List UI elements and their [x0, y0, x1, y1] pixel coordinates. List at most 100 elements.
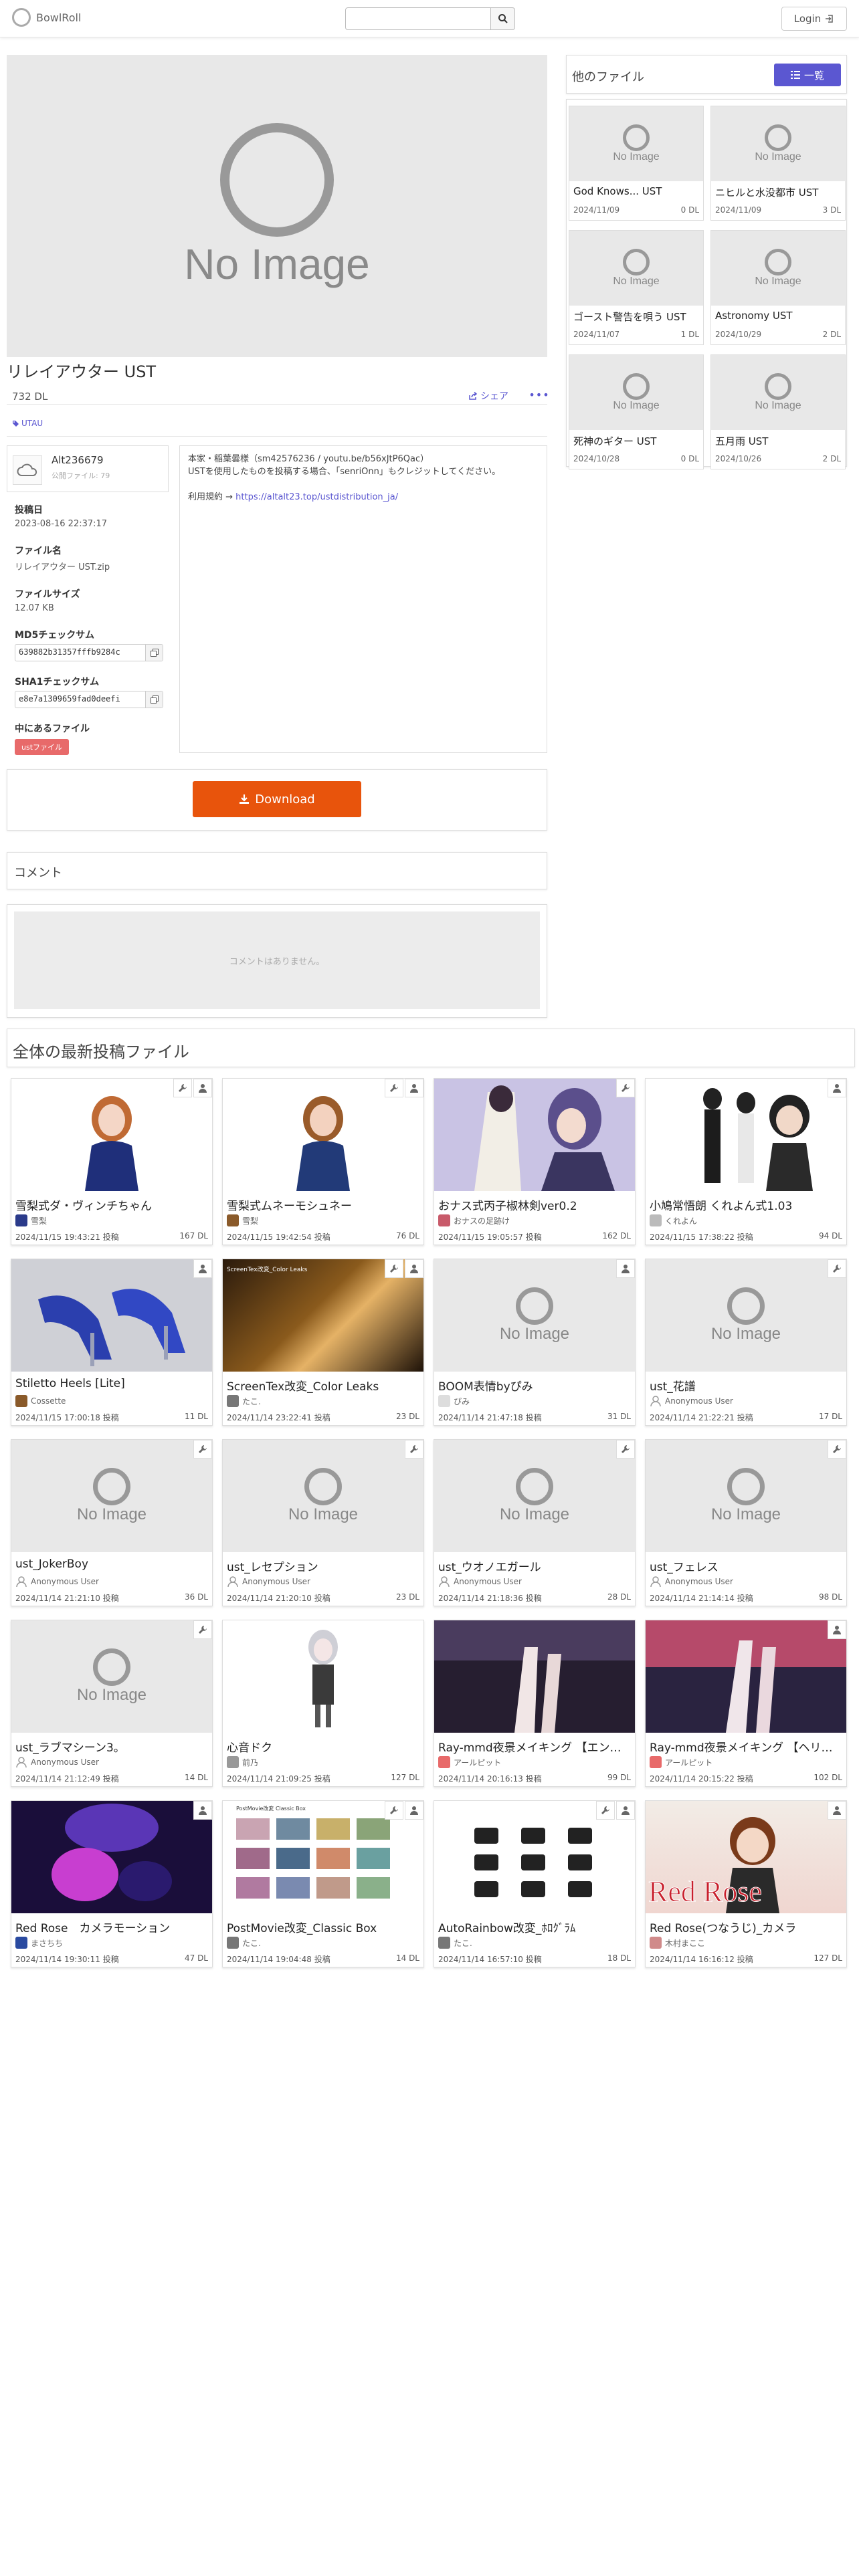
latest-file-card[interactable]: No Image ust_JokerBoy Anonymous User 202… [11, 1439, 213, 1606]
latest-file-author[interactable]: 前乃 [227, 1756, 258, 1768]
tool-badge [616, 1440, 635, 1459]
latest-file-card[interactable]: おナス式丙子椒林剣ver0.2 おナスの足跡け 2024/11/15 19:05… [434, 1078, 636, 1245]
no-image-text: No Image [710, 1505, 781, 1523]
sidebar-file-card[interactable]: No Image 五月雨 UST 2024/10/26 2 DL [710, 354, 846, 469]
latest-file-author[interactable]: 雪梨 [227, 1214, 258, 1226]
cloud-avatar-icon [17, 463, 37, 476]
author-name: ぴみ [454, 1396, 470, 1406]
anonymous-avatar-icon [16, 1757, 27, 1768]
latest-file-card[interactable]: Red Rose カメラモーション まさちち 2024/11/14 19:30:… [11, 1800, 213, 1967]
latest-file-author[interactable]: ぴみ [438, 1395, 470, 1407]
latest-file-date: 2024/11/14 20:16:13 投稿 [438, 1774, 542, 1784]
sha1-value[interactable]: e8e7a1309659fad0deefi [15, 691, 145, 708]
latest-file-card[interactable]: No Image ust_フェレス Anonymous User 2024/11… [645, 1439, 847, 1606]
latest-file-date: 2024/11/14 21:12:49 投稿 [15, 1774, 119, 1784]
list-button-label: 一覧 [803, 69, 824, 82]
author-name: まさちち [31, 1938, 64, 1948]
latest-file-title: ust_フェレス [650, 1561, 719, 1574]
latest-file-author[interactable]: Cossette [15, 1395, 66, 1407]
no-image-icon [623, 124, 650, 151]
no-image-icon [623, 373, 650, 400]
sidebar-file-name: 死神のギター UST [573, 435, 657, 447]
download-button[interactable]: Download [193, 781, 361, 817]
no-image-text: No Image [76, 1686, 147, 1704]
latest-file-card[interactable]: 心音ドク 前乃 2024/11/14 21:09:25 投稿 127 DL [222, 1620, 424, 1787]
latest-file-author[interactable]: Anonymous User [227, 1576, 310, 1588]
latest-file-card[interactable]: 小鳩常悟朗 くれよん式1.03 くれよん 2024/11/15 17:38:22… [645, 1078, 847, 1245]
md5-value[interactable]: 639882b31357fffb9284c [15, 645, 145, 661]
latest-file-author[interactable]: Anonymous User [438, 1576, 522, 1588]
tag-link[interactable]: UTAU [12, 419, 43, 428]
download-icon [240, 794, 250, 804]
latest-file-author[interactable]: アールピット [438, 1756, 501, 1768]
terms-link[interactable]: https://altalt23.top/ustdistribution_ja/ [235, 492, 398, 502]
more-options-button[interactable]: ••• [529, 388, 549, 401]
thumb-caption: PostMovie改変 Classic Box [236, 1806, 306, 1812]
latest-file-thumbnail: No Image [434, 1259, 635, 1372]
latest-file-author[interactable]: アールピット [650, 1756, 712, 1768]
latest-file-card[interactable]: No Image ust_花譜 Anonymous User 2024/11/1… [645, 1259, 847, 1426]
person-icon [410, 1806, 418, 1815]
latest-file-downloads: 23 DL [395, 1592, 419, 1602]
avatar-badge [193, 1259, 212, 1278]
latest-file-author[interactable]: Anonymous User [650, 1576, 733, 1588]
sidebar-file-card[interactable]: No Image ニヒルと水没都市 UST 2024/11/09 3 DL [710, 106, 846, 221]
latest-file-thumbnail: Red Rose [646, 1801, 846, 1913]
sidebar-file-date: 2024/10/26 [715, 454, 762, 463]
latest-file-author[interactable]: Anonymous User [650, 1395, 733, 1407]
latest-file-card[interactable]: Ray-mmd夜景メイキング 【エン… アールピット 2024/11/14 20… [434, 1620, 636, 1787]
brand-link[interactable]: BowlRoll [12, 8, 81, 27]
copy-md5-button[interactable] [145, 645, 163, 661]
latest-file-card[interactable]: 雪梨式ムネーモシュネー 雪梨 2024/11/15 19:42:54 投稿 76… [222, 1078, 424, 1245]
tool-badge [385, 1801, 403, 1820]
latest-file-author[interactable]: くれよん [650, 1214, 697, 1226]
search-input[interactable] [345, 7, 491, 30]
latest-file-card[interactable]: No Image BOOM表情byぴみ ぴみ 2024/11/14 21:47:… [434, 1259, 636, 1426]
latest-file-card[interactable]: Red Rose Red Rose(つなうじ)_カメラ 木村まここ 2024/1… [645, 1800, 847, 1967]
list-button[interactable]: 一覧 [774, 64, 841, 86]
contents-badge[interactable]: ustファイル [15, 739, 70, 755]
latest-file-author[interactable]: Anonymous User [15, 1756, 99, 1768]
latest-file-author[interactable]: Anonymous User [15, 1576, 99, 1588]
latest-file-card[interactable]: No Image ust_ラブマシーン3。 Anonymous User 202… [11, 1620, 213, 1787]
latest-file-author[interactable]: たこ. [438, 1937, 472, 1949]
author-name: 雪梨 [31, 1216, 47, 1226]
latest-file-card[interactable]: PostMovie改変 Classic Box PostMovie改変_Clas… [222, 1800, 424, 1967]
sidebar-file-card[interactable]: No Image ゴースト警告を唄う UST 2024/11/07 1 DL [569, 230, 704, 345]
latest-file-author[interactable]: たこ. [227, 1395, 261, 1407]
latest-file-date: 2024/11/14 21:14:14 投稿 [650, 1594, 753, 1603]
latest-file-author[interactable]: 木村まここ [650, 1937, 705, 1949]
comments-header: コメント [7, 852, 547, 889]
latest-file-author[interactable]: おナスの足跡け [438, 1214, 510, 1226]
latest-file-card[interactable]: Stiletto Heels [Lite] Cossette 2024/11/1… [11, 1259, 213, 1426]
sidebar-file-card[interactable]: No Image God Knows... UST 2024/11/09 0 D… [569, 106, 704, 221]
thumb-caption: Red Rose [648, 1875, 763, 1909]
person-icon [833, 1806, 841, 1815]
latest-file-card[interactable]: No Image ust_ウオノエガール Anonymous User 2024… [434, 1439, 636, 1606]
no-image-text: No Image [755, 400, 801, 411]
latest-file-card[interactable]: No Image ust_レセプション Anonymous User 2024/… [222, 1439, 424, 1606]
anonymous-avatar-icon [650, 1576, 661, 1588]
latest-file-card[interactable]: ScreenTex改変_Color Leaks ScreenTex改変_Colo… [222, 1259, 424, 1426]
latest-file-card[interactable]: AutoRainbow改変_ﾎﾛｸﾞﾗﾑ たこ. 2024/11/14 16:5… [434, 1800, 636, 1967]
latest-file-author[interactable]: まさちち [15, 1937, 63, 1949]
latest-file-card[interactable]: 雪梨式ダ・ヴィンチちゃん 雪梨 2024/11/15 19:43:21 投稿 1… [11, 1078, 213, 1245]
search-button[interactable] [491, 7, 515, 30]
latest-file-downloads: 14 DL [184, 1773, 208, 1782]
copy-sha1-button[interactable] [145, 691, 163, 708]
latest-file-card[interactable]: Ray-mmd夜景メイキング 【ヘリ… アールピット 2024/11/14 20… [645, 1620, 847, 1787]
latest-file-author[interactable]: 雪梨 [15, 1214, 47, 1226]
uploader-card[interactable]: Alt236679 公開ファイル: 79 [7, 445, 169, 492]
filename-label: ファイル名 [15, 546, 62, 556]
login-button[interactable]: Login [781, 7, 847, 31]
sidebar-file-thumbnail: No Image [711, 231, 845, 306]
share-button[interactable]: シェア [468, 389, 508, 403]
sidebar-file-card[interactable]: No Image Astronomy UST 2024/10/29 2 DL [710, 230, 846, 345]
wrench-icon [622, 1084, 630, 1092]
latest-file-author[interactable]: たこ. [227, 1937, 261, 1949]
latest-file-title: ust_花譜 [650, 1380, 696, 1394]
latest-file-date: 2024/11/14 16:16:12 投稿 [650, 1955, 753, 1964]
no-image-text: No Image [613, 400, 660, 411]
sidebar-file-card[interactable]: No Image 死神のギター UST 2024/10/28 0 DL [569, 354, 704, 469]
anonymous-avatar-icon [227, 1576, 238, 1588]
